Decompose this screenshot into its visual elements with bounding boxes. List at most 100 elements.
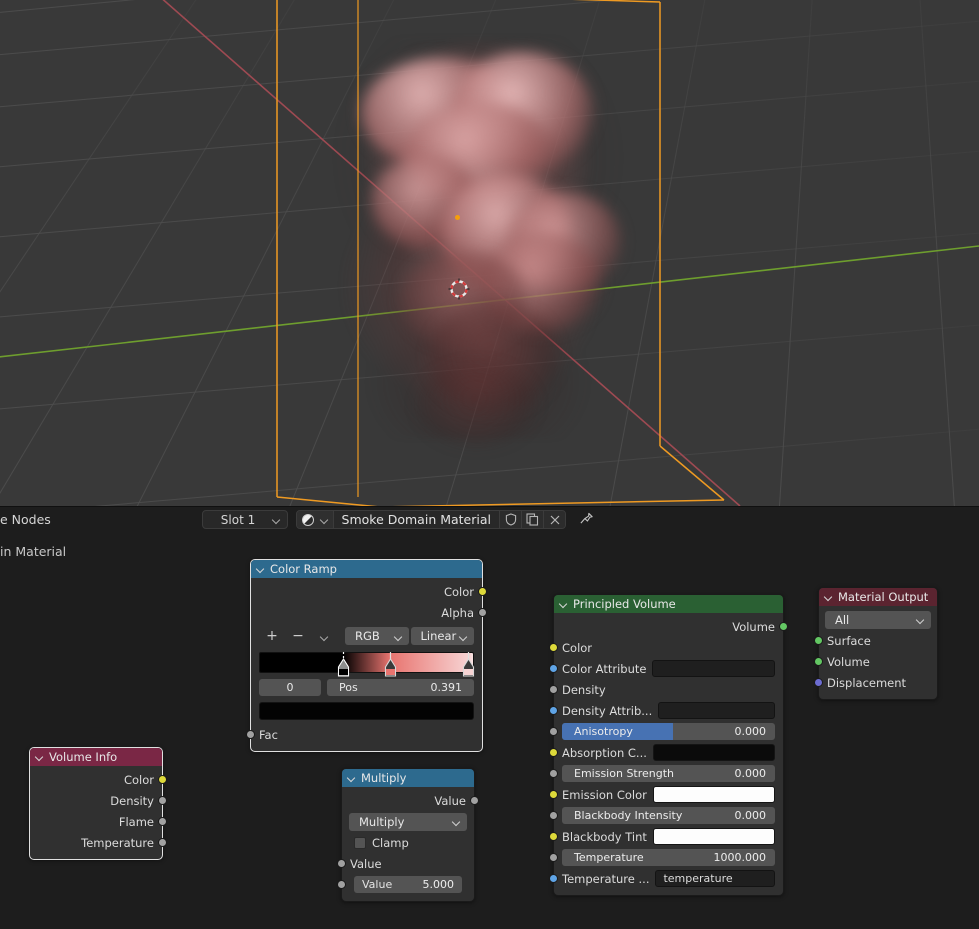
node-title: Principled Volume xyxy=(573,597,676,611)
color-stop-handle[interactable] xyxy=(384,652,396,679)
emission-strength-slider[interactable]: Emission Strength 0.000 xyxy=(562,765,775,782)
input-socket-volume[interactable] xyxy=(814,657,823,666)
fake-user-button[interactable] xyxy=(499,511,521,528)
node-color-ramp-header[interactable]: Color Ramp xyxy=(251,560,482,578)
input-socket-emission-strength[interactable] xyxy=(549,769,558,778)
socket-label: Color xyxy=(443,584,474,599)
value-field[interactable]: Value 5.000 xyxy=(354,876,462,893)
blackbody-intensity-slider[interactable]: Blackbody Intensity 0.000 xyxy=(562,807,775,824)
material-slot-dropdown[interactable]: Slot 1 xyxy=(201,510,288,529)
remove-stop-button[interactable]: − xyxy=(285,627,311,645)
socket-label: Color Attribute xyxy=(562,661,647,676)
math-operation-dropdown[interactable]: Multiply xyxy=(349,812,467,831)
stop-position-field[interactable]: Pos 0.391 xyxy=(327,679,474,696)
collapse-chevron-icon[interactable] xyxy=(257,565,265,573)
output-socket-temperature[interactable] xyxy=(158,838,167,847)
anisotropy-slider[interactable]: Anisotropy 0.000 xyxy=(562,723,775,740)
input-socket-surface[interactable] xyxy=(814,636,823,645)
socket-row-density-out: Density xyxy=(30,790,167,811)
node-volume-info[interactable]: Volume Info Color Density Flame Temperat… xyxy=(29,747,167,860)
input-socket-absorption-color[interactable] xyxy=(549,748,558,757)
socket-label: Alpha xyxy=(441,605,474,620)
collapse-chevron-icon[interactable] xyxy=(560,600,568,608)
socket-row-flame-out: Flame xyxy=(30,811,167,832)
input-socket-displacement[interactable] xyxy=(814,678,823,687)
3d-viewport[interactable] xyxy=(0,0,979,506)
socket-label: Density xyxy=(562,682,606,697)
color-attribute-input[interactable] xyxy=(652,660,775,677)
domain-bounding-box[interactable] xyxy=(0,0,979,506)
active-stop-color-swatch[interactable] xyxy=(259,702,474,720)
clamp-row[interactable]: Clamp xyxy=(342,832,474,853)
input-socket-blackbody-intensity[interactable] xyxy=(549,811,558,820)
material-name-field[interactable]: Smoke Domain Material xyxy=(334,512,499,527)
render-target-dropdown[interactable]: All xyxy=(825,610,931,629)
input-row-value-1: Value xyxy=(337,853,474,874)
slider-value: 1000.000 xyxy=(713,851,767,864)
output-socket-alpha[interactable] xyxy=(478,608,487,617)
color-mode-dropdown[interactable]: RGB xyxy=(345,627,409,645)
node-material-output-header[interactable]: Material Output xyxy=(819,588,937,606)
input-socket-temperature[interactable] xyxy=(549,853,558,862)
color-stop-handle[interactable] xyxy=(462,652,475,679)
collapse-chevron-icon[interactable] xyxy=(825,593,833,601)
socket-label: Color xyxy=(562,640,593,655)
color-stop-handle[interactable] xyxy=(337,652,349,679)
target-dropdown-row: All xyxy=(819,609,937,630)
color-ramp-widget[interactable] xyxy=(251,646,482,677)
input-socket-blackbody-tint[interactable] xyxy=(549,832,558,841)
node-multiply-header[interactable]: Multiply xyxy=(342,769,474,787)
input-socket-emission-color[interactable] xyxy=(549,790,558,799)
absorption-color-swatch[interactable] xyxy=(652,744,775,761)
input-socket-value-1[interactable] xyxy=(337,859,346,868)
input-socket-anisotropy[interactable] xyxy=(549,727,558,736)
node-multiply[interactable]: Multiply Value Multiply Clamp Value Valu… xyxy=(337,768,479,902)
chevron-down-icon[interactable] xyxy=(311,627,337,645)
node-principled-volume[interactable]: Principled Volume Volume Color Color Att… xyxy=(549,594,788,896)
clamp-label: Clamp xyxy=(372,835,409,850)
input-row-value-2: Value 5.000 xyxy=(337,874,474,895)
input-socket-value-2[interactable] xyxy=(337,880,346,889)
node-color-ramp[interactable]: Color Ramp Color Alpha + − RGB Linear 0 … xyxy=(246,559,487,752)
input-socket-temperature-attribute[interactable] xyxy=(549,874,558,883)
output-socket-color[interactable] xyxy=(158,775,167,784)
collapse-chevron-icon[interactable] xyxy=(348,774,356,782)
active-stop-index[interactable]: 0 xyxy=(259,679,321,696)
density-attribute-input[interactable] xyxy=(658,702,775,719)
collapse-chevron-icon[interactable] xyxy=(36,753,44,761)
input-socket-color[interactable] xyxy=(549,643,558,652)
material-browse-button[interactable] xyxy=(296,511,334,528)
color-ramp-gradient[interactable] xyxy=(259,652,475,677)
output-socket-density[interactable] xyxy=(158,796,167,805)
node-principled-volume-header[interactable]: Principled Volume xyxy=(554,595,783,613)
interpolation-dropdown[interactable]: Linear xyxy=(410,627,474,645)
add-stop-button[interactable]: + xyxy=(259,627,285,645)
input-socket-color-attribute[interactable] xyxy=(549,664,558,673)
socket-row-color-out: Color xyxy=(30,769,167,790)
pin-button[interactable] xyxy=(576,510,596,530)
clamp-checkbox[interactable] xyxy=(354,836,366,849)
socket-label: Density Attrib... xyxy=(562,703,653,718)
output-socket-flame[interactable] xyxy=(158,817,167,826)
socket-label: Displacement xyxy=(827,675,907,690)
emission-color-swatch[interactable] xyxy=(652,786,775,803)
shader-node-editor[interactable]: in Material Color Ramp Color Alpha + − R… xyxy=(0,532,979,929)
input-row-absorption-color: Absorption C... xyxy=(549,742,783,763)
shield-icon xyxy=(505,513,516,526)
output-socket-value[interactable] xyxy=(470,796,479,805)
material-id-block: Smoke Domain Material xyxy=(295,510,566,529)
use-nodes-label[interactable]: e Nodes xyxy=(0,512,51,527)
input-socket-density[interactable] xyxy=(549,685,558,694)
input-row-blackbody-intensity: Blackbody Intensity 0.000 xyxy=(549,805,783,826)
output-socket-volume[interactable] xyxy=(779,622,788,631)
input-socket-fac[interactable] xyxy=(246,730,255,739)
output-socket-color[interactable] xyxy=(478,587,487,596)
unlink-material-button[interactable] xyxy=(543,511,565,528)
temperature-attribute-input[interactable]: temperature xyxy=(655,870,775,887)
temperature-slider[interactable]: Temperature 1000.000 xyxy=(562,849,775,866)
blackbody-tint-swatch[interactable] xyxy=(652,828,775,845)
node-volume-info-header[interactable]: Volume Info xyxy=(30,748,162,766)
new-material-button[interactable] xyxy=(521,511,543,528)
input-socket-density-attribute[interactable] xyxy=(549,706,558,715)
node-material-output[interactable]: Material Output All Surface Volume Displ… xyxy=(814,587,938,700)
